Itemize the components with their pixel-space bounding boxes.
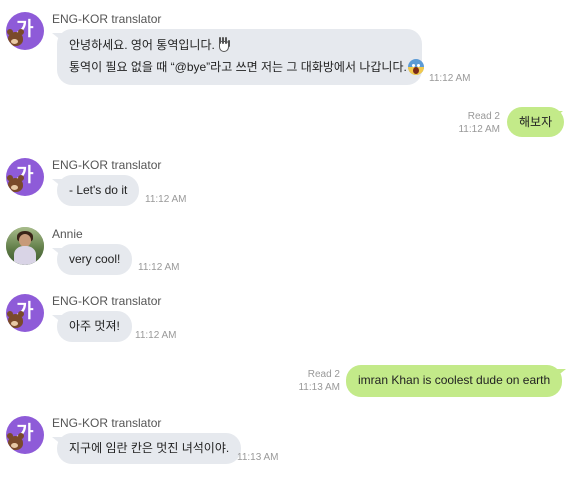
message-bubble[interactable]: 안녕하세요. 영어 통역입니다. 통역이 필요 없을 때 “@bye”라고 쓰면…: [57, 29, 424, 85]
message-time: 11:12 AM: [458, 124, 500, 135]
message-time: 11:12 AM: [429, 73, 471, 84]
read-receipt: Read 2: [307, 369, 340, 380]
message-time: 11:12 AM: [135, 330, 177, 341]
message-text: imran Khan is coolest dude on earth: [358, 373, 551, 387]
sender-name: ENG-KOR translator: [52, 12, 162, 26]
message-text: 지구에 임란 칸은 멋진 녀석이야.: [69, 441, 230, 455]
message-bubble[interactable]: - Let's do it: [57, 175, 140, 206]
message-time: 11:13 AM: [237, 452, 279, 463]
screaming-face-icon: [407, 59, 424, 75]
bubble-tail: [556, 369, 566, 377]
message-time: 11:13 AM: [298, 382, 340, 393]
message-bubble[interactable]: imran Khan is coolest dude on earth: [346, 365, 563, 397]
translator-avatar[interactable]: 가: [6, 416, 44, 454]
message-text: 해보자: [519, 115, 553, 129]
message-text-line2: 통역이 필요 없을 때 “@bye”라고 쓰면 저는 그 대화방에서 나갑니다.: [69, 60, 407, 74]
message-bubble[interactable]: 아주 멋져!: [57, 311, 132, 342]
message-bubble[interactable]: 지구에 임란 칸은 멋진 녀석이야.: [57, 433, 242, 464]
message-text-line1: 안녕하세요. 영어 통역입니다.: [69, 38, 215, 52]
annie-avatar[interactable]: [6, 227, 44, 265]
sender-name: ENG-KOR translator: [52, 416, 162, 430]
bubble-tail: [553, 111, 563, 119]
waving-hand-icon: [216, 37, 232, 53]
translator-avatar[interactable]: 가: [6, 294, 44, 332]
read-receipt: Read 2: [467, 111, 500, 122]
sender-name: Annie: [52, 227, 83, 241]
message-time: 11:12 AM: [145, 194, 187, 205]
message-text: 아주 멋져!: [69, 319, 120, 333]
message-text: very cool!: [69, 252, 121, 266]
sender-name: ENG-KOR translator: [52, 158, 162, 172]
message-time: 11:12 AM: [138, 262, 180, 273]
message-text: - Let's do it: [69, 183, 128, 197]
message-bubble[interactable]: very cool!: [57, 244, 133, 275]
translator-avatar[interactable]: 가: [6, 158, 44, 196]
translator-avatar[interactable]: 가: [6, 12, 44, 50]
sender-name: ENG-KOR translator: [52, 294, 162, 308]
